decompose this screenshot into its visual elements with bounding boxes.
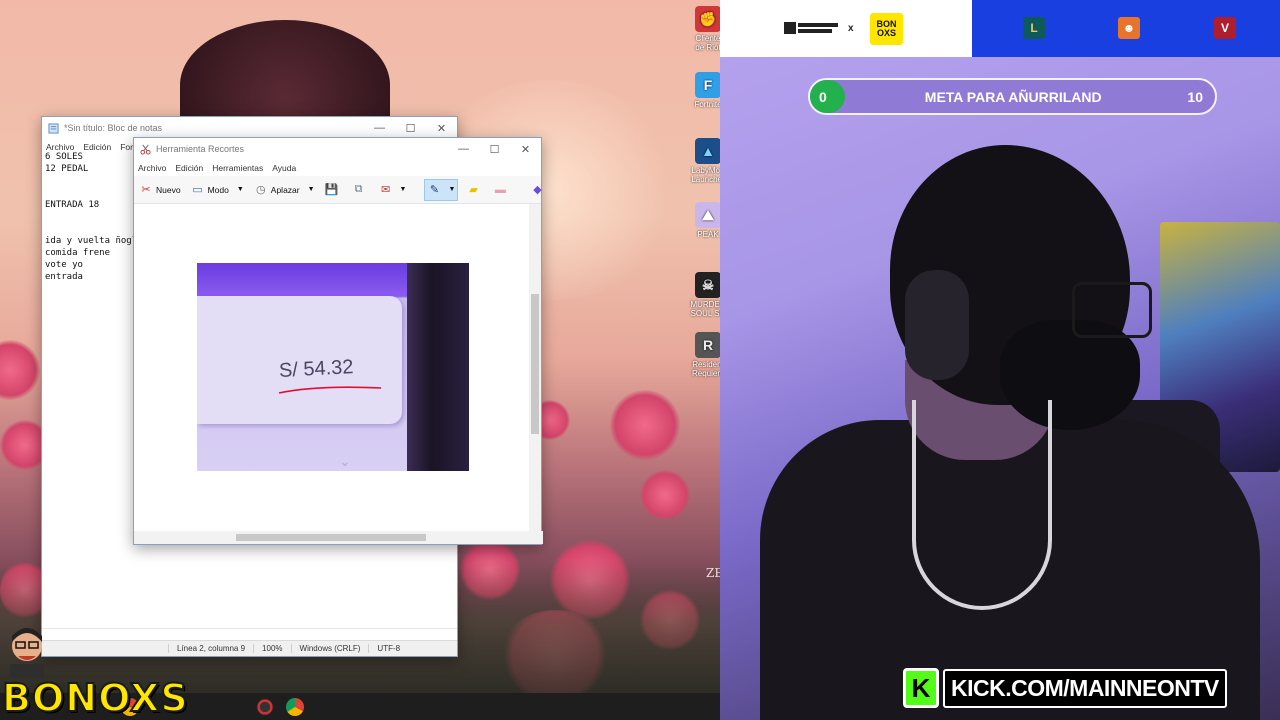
goal-current: 0 (819, 88, 827, 105)
copy-icon: ⧉ (354, 183, 363, 195)
game-skull-icon: ☻ (1118, 17, 1140, 39)
chevron-down-icon: ▼ (307, 186, 315, 193)
send-snip-icon: ✉ (380, 184, 391, 196)
game-icon: ☠ (695, 272, 721, 298)
notepad-statusbar: Línea 2, columna 9 100% Windows (CRLF) U… (42, 640, 457, 656)
snip-horizontal-scrollbar[interactable] (134, 531, 543, 544)
new-snip-label: Nuevo (156, 184, 181, 195)
goal-label: META PARA AÑURRILAND (924, 88, 1102, 105)
snip-toolbar: ✂ Nuevo ▭ Modo ▼ ◷ Aplazar ▼ 💾 ⧉ ✉ ▼ ✎ ▼… (134, 176, 542, 204)
captured-amount-text: S/ 54.32 (278, 356, 355, 382)
pen-underline (278, 386, 382, 394)
bonoxs-logo: BONOXS (1, 675, 189, 720)
snip-vertical-scrollbar[interactable] (529, 204, 541, 532)
chevron-down-icon: ▼ (448, 186, 456, 193)
delay-label: Aplazar (270, 184, 300, 195)
clock-icon: ◷ (255, 184, 266, 196)
headphones (905, 270, 969, 380)
mode-button[interactable]: ▭ Modo ▼ (189, 179, 246, 201)
bonoxs-badge: BON OXS (870, 13, 903, 45)
maximize-icon[interactable]: ☐ (395, 122, 426, 135)
chevron-down-icon: ▼ (399, 186, 407, 193)
captured-dark-edge (407, 263, 469, 471)
rectangle-mode-icon: ▭ (192, 184, 203, 196)
notepad-title: *Sin título: Bloc de notas (64, 123, 163, 133)
desktop-icon-label: Cliente de Riot (695, 34, 721, 52)
snip-menubar: Archivo Edición Herramientas Ayuda (134, 160, 541, 176)
valorant-icon: V (1214, 17, 1236, 39)
chevron-down-icon: ⌄ (339, 453, 351, 469)
silver-chain (912, 400, 1052, 610)
obs-icon[interactable] (256, 698, 274, 716)
new-snip-button[interactable]: ✂ Nuevo (137, 179, 183, 201)
scissors-icon: ✂ (141, 184, 151, 196)
snip-canvas[interactable]: S/ 54.32 ⌄ (134, 204, 531, 532)
pen-icon: ✎ (429, 184, 440, 196)
status-encoding: UTF-8 (368, 644, 408, 653)
wallpaper-text: ZE (706, 566, 720, 580)
close-icon[interactable]: ✕ (426, 122, 457, 135)
snip-title: Herramienta Recortes (156, 144, 245, 154)
menu-ayuda[interactable]: Ayuda (272, 163, 296, 173)
streamer-avatar (10, 628, 44, 678)
notepad-titlebar[interactable]: *Sin título: Bloc de notas — ☐ ✕ (42, 117, 457, 139)
sponsor-x: x (848, 23, 854, 34)
mobile-legends-logo (784, 20, 840, 38)
paint3d-icon: ◆ (533, 184, 542, 196)
eraser-button[interactable]: ▬ (491, 179, 512, 201)
snip-titlebar[interactable]: Herramienta Recortes — ☐ ✕ (134, 138, 541, 160)
glasses (1072, 282, 1152, 338)
goal-target: 10 (1187, 88, 1203, 105)
scroll-thumb[interactable] (236, 534, 426, 541)
mode-label: Modo (207, 184, 229, 195)
wallpaper-flower (0, 340, 40, 400)
notepad-icon (48, 122, 59, 134)
delay-button[interactable]: ◷ Aplazar ▼ (252, 179, 317, 201)
fortnite-icon: F (695, 72, 721, 98)
mountain-icon: ⛰ (695, 202, 721, 228)
minimize-icon[interactable]: — (448, 143, 479, 156)
highlighter-icon: ▰ (469, 184, 478, 196)
chrome-icon[interactable] (286, 698, 304, 716)
snipping-tool-window[interactable]: Herramienta Recortes — ☐ ✕ Archivo Edici… (133, 137, 543, 545)
status-eol: Windows (CRLF) (290, 644, 369, 653)
kick-banner: K KICK.COM/MAINNEONTV (903, 668, 1227, 708)
minimize-icon[interactable]: — (364, 122, 395, 135)
maximize-icon[interactable]: ☐ (479, 143, 510, 156)
desktop-icon-label: Fortnite (694, 100, 722, 109)
badge-line: OXS (876, 28, 896, 38)
copy-button[interactable]: ⧉ (350, 179, 371, 201)
menu-herramientas[interactable]: Herramientas (212, 163, 263, 173)
chevron-down-icon: ▼ (236, 186, 244, 193)
send-button[interactable]: ✉ ▼ (377, 179, 409, 201)
scissors-icon (140, 144, 151, 155)
kick-logo-icon: K (903, 668, 939, 708)
highlighter-button[interactable]: ▰ (464, 179, 485, 201)
wallpaper-flower (640, 470, 690, 520)
game-icon: R (695, 332, 721, 358)
menu-edicion[interactable]: Edición (175, 163, 203, 173)
wolf-icon: ▲ (695, 138, 721, 164)
save-icon: 💾 (324, 184, 339, 196)
status-position: Línea 2, columna 9 (168, 644, 253, 653)
wallpaper-flower (610, 390, 680, 460)
eraser-icon: ▬ (494, 183, 506, 196)
goal-bar: 0 META PARA AÑURRILAND 10 (808, 78, 1217, 115)
save-button[interactable]: 💾 (323, 179, 344, 201)
sponsor-bar (720, 0, 972, 57)
kick-url: KICK.COM/MAINNEONTV (943, 668, 1227, 708)
captured-image: S/ 54.32 ⌄ (197, 263, 469, 471)
status-zoom: 100% (253, 644, 290, 653)
pen-button[interactable]: ✎ ▼ (424, 178, 459, 201)
notepad-horizontal-scrollbar[interactable] (42, 628, 457, 640)
scroll-thumb[interactable] (531, 294, 539, 434)
riot-client-icon: ✊ (695, 6, 721, 32)
paint3d-button[interactable]: ◆ (528, 179, 549, 201)
close-icon[interactable]: ✕ (510, 143, 541, 156)
menu-archivo[interactable]: Archivo (138, 163, 166, 173)
league-of-legends-icon: L (1023, 17, 1045, 39)
desktop-icon-label: PEAK (697, 230, 719, 239)
